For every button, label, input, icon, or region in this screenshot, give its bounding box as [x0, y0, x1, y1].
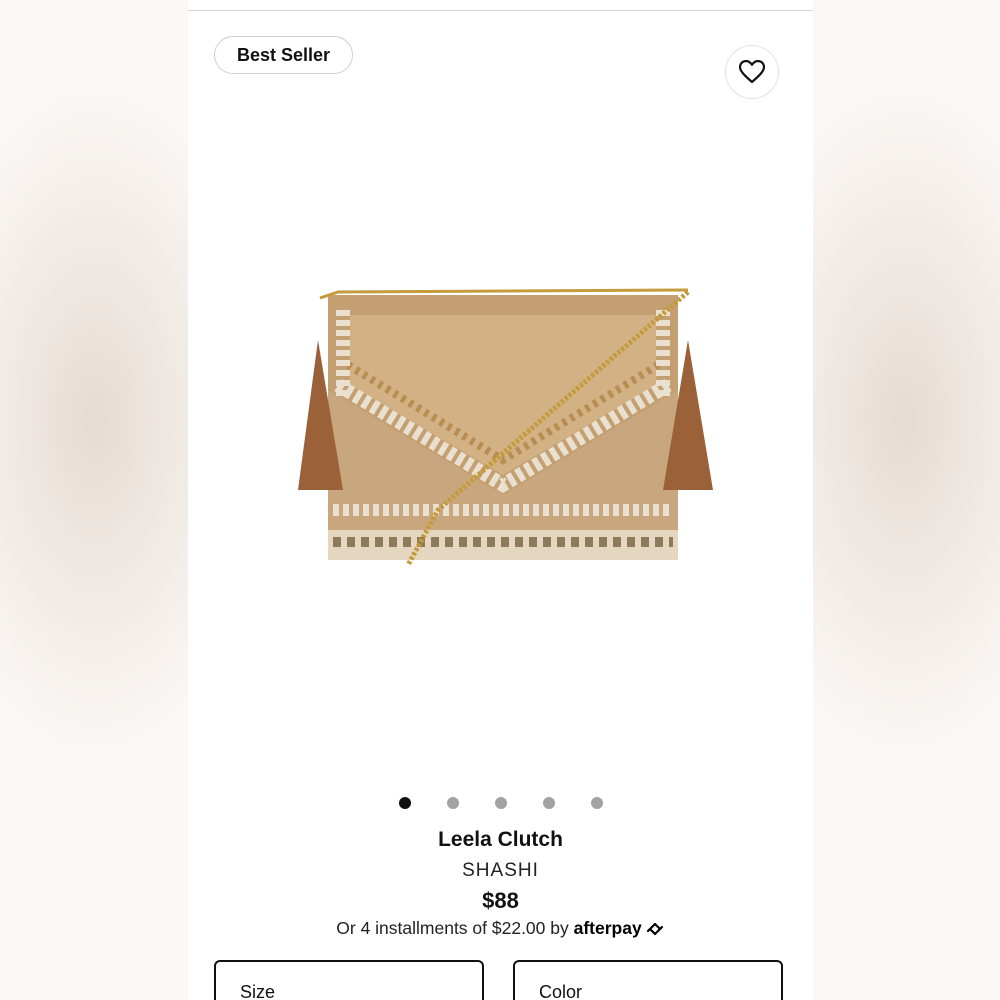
installments-text: Or 4 installments of $22.00 by: [336, 918, 569, 938]
heart-outline-icon: [739, 60, 765, 84]
product-image[interactable]: [278, 280, 728, 580]
color-selector[interactable]: Color: [513, 960, 783, 1000]
color-label: Color: [539, 982, 583, 1000]
installments-info: Or 4 installments of $22.00 by afterpay: [188, 918, 813, 939]
favorite-button[interactable]: [725, 45, 779, 99]
carousel-dot[interactable]: [494, 797, 507, 809]
carousel-dot[interactable]: [590, 797, 603, 809]
afterpay-logo[interactable]: afterpay: [574, 918, 642, 938]
carousel-dot[interactable]: [446, 797, 459, 809]
carousel-dot[interactable]: [398, 797, 411, 809]
top-divider: [188, 10, 813, 11]
best-seller-badge: Best Seller: [214, 36, 354, 74]
carousel-dots: [188, 797, 813, 809]
product-card: Best Seller Leela Clutch SHASHI $88 Or 4…: [188, 0, 813, 1000]
size-label: Size: [240, 982, 276, 1000]
product-brand[interactable]: SHASHI: [188, 860, 813, 882]
size-selector[interactable]: Size: [214, 960, 484, 1000]
product-name: Leela Clutch: [438, 828, 563, 851]
product-price: $88: [482, 888, 519, 913]
afterpay-arrows-icon: [646, 922, 663, 936]
carousel-dot[interactable]: [542, 797, 555, 809]
